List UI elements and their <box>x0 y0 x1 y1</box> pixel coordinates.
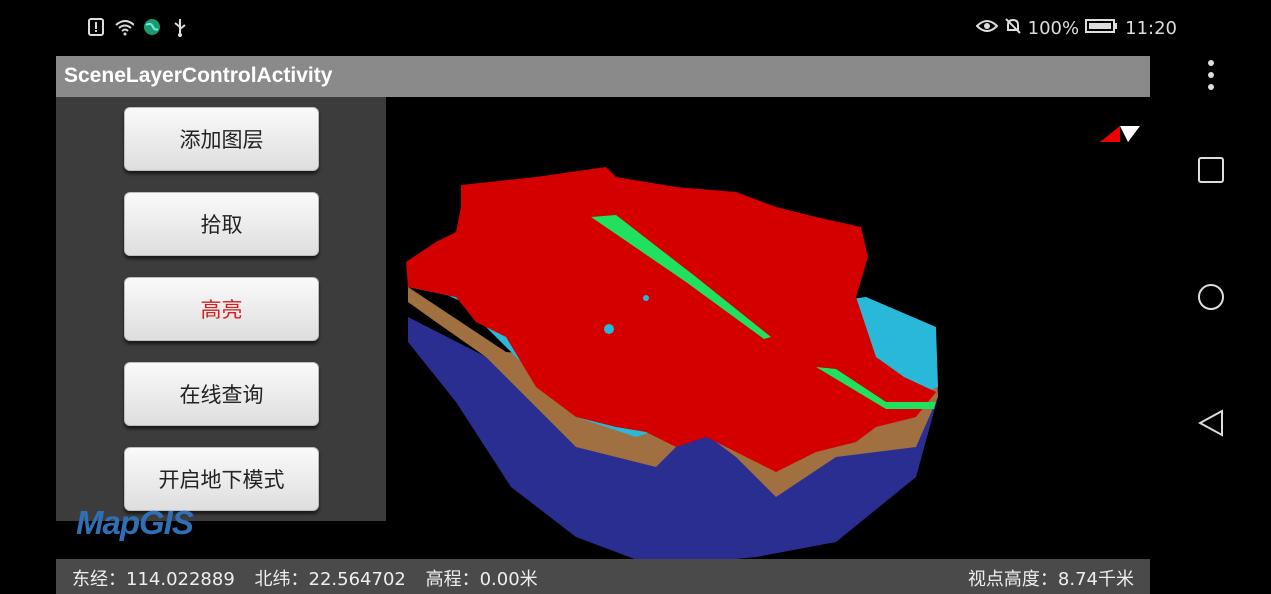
system-nav-bar <box>1150 0 1271 594</box>
usb-icon <box>170 16 190 38</box>
home-icon[interactable] <box>1150 283 1271 311</box>
app-window: SceneLayerControlActivity 添加图层 拾取 高亮 在线查… <box>56 56 1150 594</box>
add-layer-label: 添加图层 <box>179 128 264 152</box>
status-bar: 100% 11:20 <box>0 0 1271 56</box>
globe-icon <box>142 16 162 38</box>
recents-icon[interactable] <box>1150 157 1271 183</box>
geology-inclusion <box>643 295 649 301</box>
battery-percent: 100% <box>1027 18 1080 39</box>
mapgis-logo: MapGIS <box>76 504 194 541</box>
bell-off-icon <box>1004 17 1022 40</box>
highlight-button[interactable]: 高亮 <box>124 277 319 341</box>
add-layer-button[interactable]: 添加图层 <box>124 107 319 171</box>
view-height-text: 视点高度：8.74千米 <box>967 569 1134 590</box>
pick-label: 拾取 <box>200 213 243 237</box>
back-icon[interactable] <box>1150 409 1271 437</box>
pick-button[interactable]: 拾取 <box>124 192 319 256</box>
online-query-button[interactable]: 在线查询 <box>124 362 319 426</box>
longitude-text: 东经：114.022889 <box>72 569 235 590</box>
page-title: SceneLayerControlActivity <box>64 64 333 87</box>
status-right: 100% 11:20 <box>975 17 1177 40</box>
underground-mode-button[interactable]: 开启地下模式 <box>124 447 319 511</box>
control-panel: 添加图层 拾取 高亮 在线查询 开启地下模式 <box>56 97 386 521</box>
eye-icon <box>975 18 999 39</box>
underground-mode-label: 开启地下模式 <box>158 468 285 492</box>
coordinate-readout: 东经：114.022889 北纬：22.564702 高程：0.00米 <box>72 565 552 591</box>
compass-icon[interactable] <box>1100 124 1140 144</box>
latitude-text: 北纬：22.564702 <box>254 569 406 590</box>
geology-inclusion <box>604 324 614 334</box>
title-bar: SceneLayerControlActivity <box>56 56 1150 97</box>
online-query-label: 在线查询 <box>179 383 264 407</box>
alert-icon <box>86 16 106 38</box>
battery-icon <box>1085 18 1119 39</box>
highlight-label: 高亮 <box>200 298 243 322</box>
more-vert-icon[interactable] <box>1150 58 1271 92</box>
status-left-icons <box>86 16 190 38</box>
elevation-text: 高程：0.00米 <box>425 569 538 590</box>
wifi-icon <box>114 16 134 38</box>
coordinate-bar: 东经：114.022889 北纬：22.564702 高程：0.00米 视点高度… <box>56 559 1150 594</box>
